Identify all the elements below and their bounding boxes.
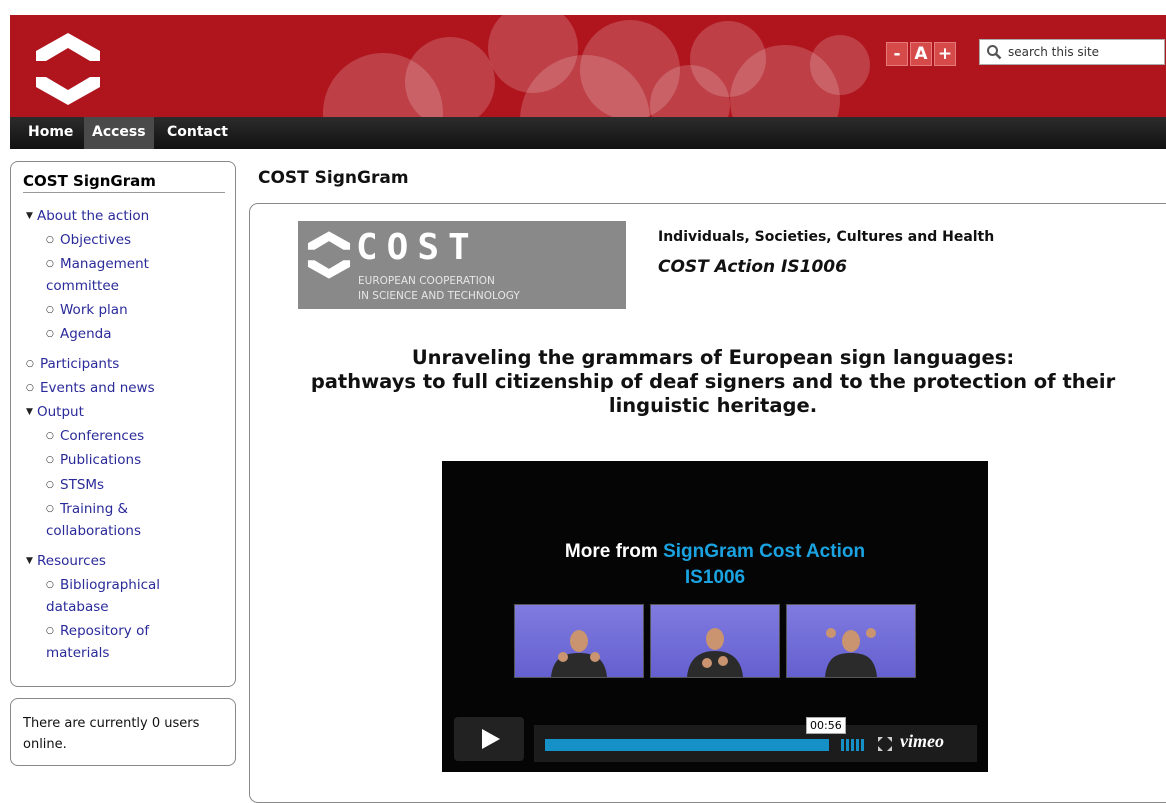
search-icon[interactable] xyxy=(986,44,1002,60)
bullet-icon: ○ xyxy=(46,305,54,315)
bullet-icon: ○ xyxy=(46,480,54,490)
sidebar-item-agenda[interactable]: ○ Agenda xyxy=(46,323,112,345)
video-control-bar: 00:56 vimeo xyxy=(534,717,977,762)
main-headline: Unraveling the grammars of European sign… xyxy=(310,346,1116,417)
sidebar-item-stsms[interactable]: ○ STSMs xyxy=(46,474,104,496)
bullet-icon: ○ xyxy=(46,626,54,636)
decorative-bubble xyxy=(810,35,870,95)
signer-image xyxy=(687,628,743,677)
cost-banner-logo: COST EUROPEAN COOPERATION IN SCIENCE AND… xyxy=(298,221,626,309)
progress-bar[interactable] xyxy=(545,739,829,751)
timestamp-tooltip: 00:56 xyxy=(806,717,846,734)
expanded-triangle-icon: ▼ xyxy=(26,407,33,417)
video-thumbnail[interactable] xyxy=(650,604,780,678)
fullscreen-icon[interactable] xyxy=(878,737,892,751)
bullet-icon: ○ xyxy=(46,431,54,441)
sidebar-item-conferences[interactable]: ○ Conferences xyxy=(46,425,144,447)
search-input[interactable] xyxy=(1006,44,1160,60)
nav-access[interactable]: Access xyxy=(84,117,154,149)
sidebar-item-output[interactable]: ▼ Output xyxy=(26,401,84,423)
sidebar-nav-block: COST SignGram ▼ About the action ○ Objecti… xyxy=(10,161,236,687)
sidebar-item-training[interactable]: ○ Training & collaborations xyxy=(46,498,181,542)
bullet-icon: ○ xyxy=(46,259,54,269)
vimeo-player[interactable]: More from SignGram Cost Action IS1006 00… xyxy=(442,461,988,772)
play-button[interactable] xyxy=(454,717,524,761)
decrease-text-button[interactable]: - xyxy=(886,42,908,66)
bullet-icon: ○ xyxy=(46,504,54,514)
channel-link[interactable]: SignGram Cost Action xyxy=(663,541,865,562)
nav-home[interactable]: Home xyxy=(28,117,73,149)
volume-icon[interactable] xyxy=(841,739,867,751)
text-size-controls: - A + xyxy=(886,42,956,66)
vimeo-logo[interactable]: vimeo xyxy=(900,731,944,752)
play-icon xyxy=(482,729,500,749)
video-thumbnail[interactable] xyxy=(786,604,916,678)
sidebar-item-management-committee[interactable]: ○ Management committee xyxy=(46,253,176,297)
cost-domain-label: Individuals, Societies, Cultures and Hea… xyxy=(658,229,995,245)
cost-logo-subtitle: EUROPEAN COOPERATION IN SCIENCE AND TECH… xyxy=(358,275,520,302)
online-users-block: There are currently 0 users online. xyxy=(10,698,236,766)
signer-image xyxy=(551,630,607,677)
reset-text-button[interactable]: A xyxy=(910,42,932,66)
sidebar-item-work-plan[interactable]: ○ Work plan xyxy=(46,299,128,321)
online-users-text: There are currently 0 users online. xyxy=(23,716,200,752)
bullet-icon: ○ xyxy=(46,235,54,245)
bullet-icon: ○ xyxy=(46,580,54,590)
sidebar-item-objectives[interactable]: ○ Objectives xyxy=(46,229,131,251)
increase-text-button[interactable]: + xyxy=(934,42,956,66)
bullet-icon: ○ xyxy=(46,329,54,339)
bullet-icon: ○ xyxy=(26,383,34,393)
bullet-icon: ○ xyxy=(26,359,34,369)
sidebar-item-publications[interactable]: ○ Publications xyxy=(46,449,141,471)
more-from-text: More from SignGram Cost Action IS1006 xyxy=(564,541,866,588)
cost-logo-icon[interactable] xyxy=(30,27,106,111)
search-box xyxy=(979,39,1165,65)
expanded-triangle-icon: ▼ xyxy=(26,556,33,566)
sidebar-item-resources[interactable]: ▼ Resources xyxy=(26,550,106,572)
bullet-icon: ○ xyxy=(46,455,54,465)
cost-logo-icon xyxy=(307,231,351,279)
sidebar-item-repository[interactable]: ○ Repository of materials xyxy=(46,620,186,664)
cost-action-label: COST Action IS1006 xyxy=(658,257,847,277)
expanded-triangle-icon: ▼ xyxy=(26,211,33,221)
decorative-bubble xyxy=(405,37,495,117)
signer-image xyxy=(825,628,877,677)
page-title: COST SignGram xyxy=(258,168,409,188)
site-header: - A + xyxy=(10,15,1166,117)
channel-link[interactable]: IS1006 xyxy=(685,567,745,588)
sidebar-item-bibliographical-database[interactable]: ○ Bibliographical database xyxy=(46,574,186,618)
sidebar-item-participants[interactable]: ○ Participants xyxy=(26,353,119,375)
cost-wordmark: COST xyxy=(356,227,479,268)
main-nav: Home Access Contact xyxy=(10,117,1166,149)
sidebar-item-events-news[interactable]: ○ Events and news xyxy=(26,377,155,399)
video-thumbnail[interactable] xyxy=(514,604,644,678)
sidebar-item-about[interactable]: ▼ About the action xyxy=(26,205,149,227)
nav-contact[interactable]: Contact xyxy=(167,117,228,149)
sidebar-title: COST SignGram xyxy=(23,172,225,193)
